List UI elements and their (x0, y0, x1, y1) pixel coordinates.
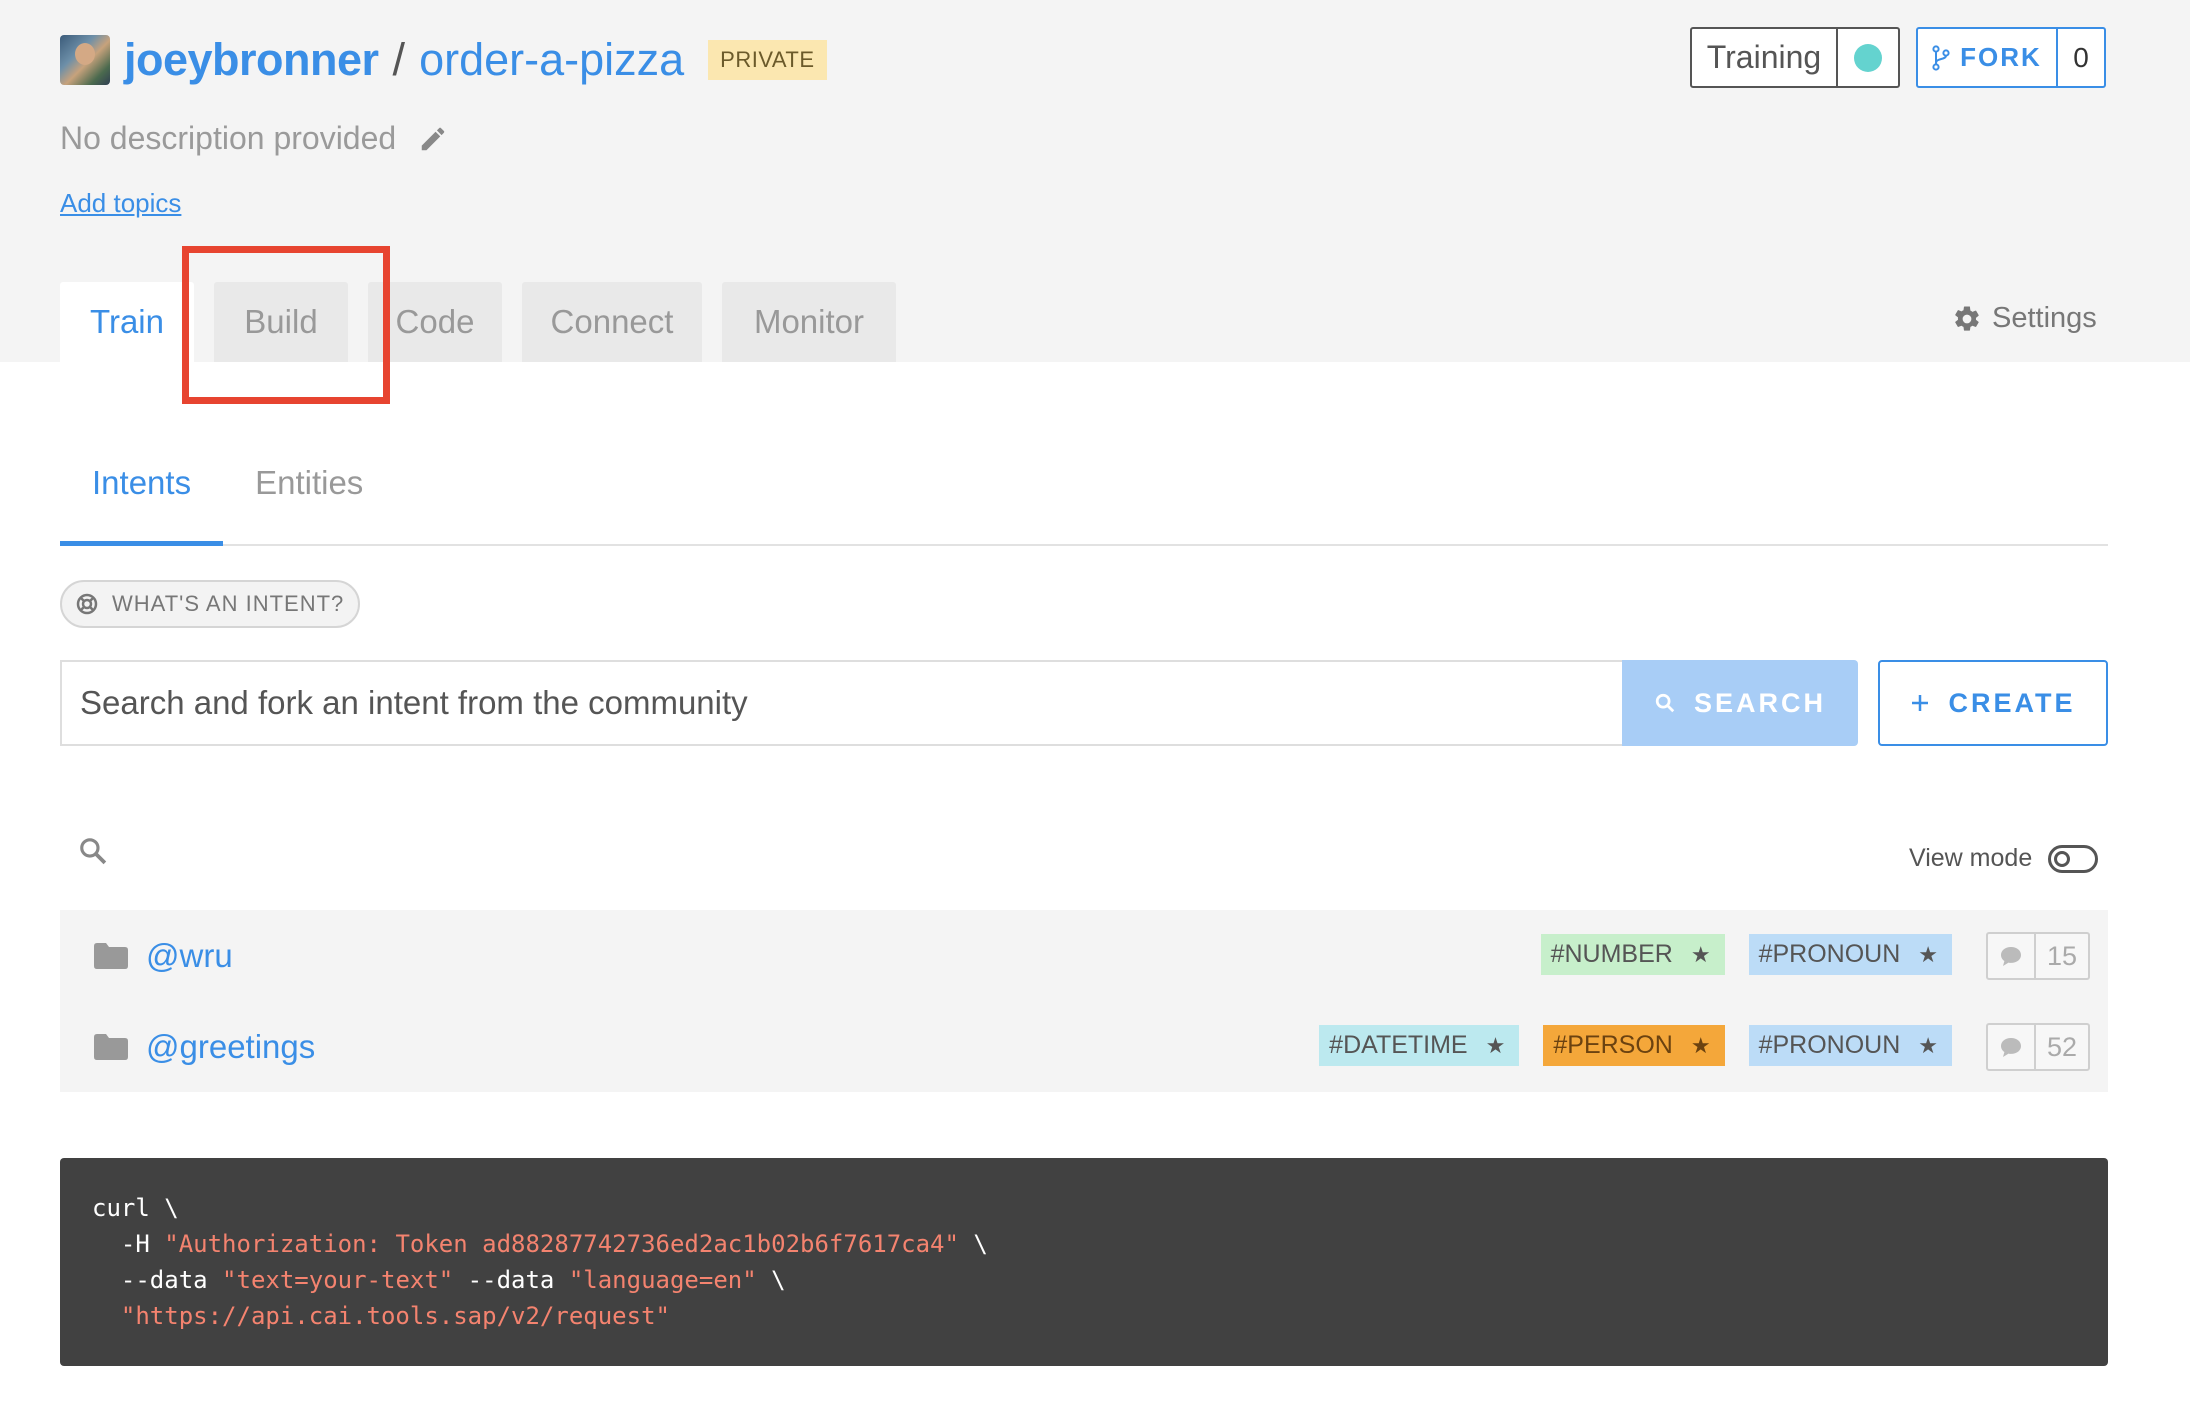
entity-tag[interactable]: #PERSON ★ (1543, 1025, 1725, 1066)
search-button-label: SEARCH (1693, 687, 1826, 718)
code-string: "language=en" (568, 1266, 757, 1294)
entity-tag-label: #PERSON (1553, 1031, 1673, 1059)
code-string: "Authorization: Token ad88287742736ed2ac… (164, 1230, 959, 1258)
view-mode-toggle[interactable] (2048, 844, 2099, 873)
star-icon: ★ (1485, 1032, 1506, 1058)
repo-title: joeybronner / order-a-pizza PRIVATE (60, 30, 827, 90)
code-flag: -H (92, 1230, 165, 1258)
search-icon[interactable] (78, 836, 108, 866)
curl-code-block: curl \ -H "Authorization: Token ad882877… (60, 1158, 2108, 1366)
star-icon: ★ (1690, 941, 1711, 967)
create-button-label: CREATE (1948, 687, 2076, 718)
code-flag: --data (453, 1266, 569, 1294)
visibility-badge: PRIVATE (708, 40, 827, 80)
view-mode-control: View mode (1909, 844, 2099, 873)
expression-count: 52 (1986, 1023, 2090, 1071)
code-line-1: curl \ (92, 1194, 179, 1222)
fork-label: FORK (1960, 42, 2042, 72)
plus-icon (1912, 695, 1929, 711)
fork-button[interactable]: FORK (1918, 29, 2058, 86)
whats-an-intent-button[interactable]: WHAT'S AN INTENT? (60, 580, 361, 628)
folder-icon (94, 942, 128, 969)
star-icon: ★ (1918, 941, 1938, 967)
entity-tags: #DATETIME ★ #PERSON ★ #PRONOUN ★ (1319, 1025, 1952, 1066)
training-status[interactable]: Training (1690, 27, 1900, 88)
list-item[interactable]: @wru #NUMBER ★ #PRONOUN ★ 15 (60, 910, 2108, 1001)
entity-tag[interactable]: #PRONOUN ★ (1748, 934, 1952, 975)
tab-entities[interactable]: Entities (223, 450, 395, 546)
code-string: "text=your-text" (222, 1266, 454, 1294)
entity-tags: #NUMBER ★ #PRONOUN ★ (1540, 934, 1952, 975)
gear-icon (1955, 305, 1979, 331)
entity-tag-label: #PRONOUN (1758, 1031, 1901, 1059)
entity-tag[interactable]: #NUMBER ★ (1540, 934, 1725, 975)
pencil-icon[interactable] (418, 124, 448, 154)
training-indicator-wrap (1838, 29, 1898, 86)
training-label: Training (1692, 29, 1838, 86)
entity-tag[interactable]: #PRONOUN ★ (1748, 1025, 1952, 1066)
fork-count: 0 (2073, 41, 2089, 73)
tab-intents[interactable]: Intents (60, 450, 224, 546)
chat-bubble-icon (1988, 1025, 2036, 1069)
fork-icon (1932, 44, 1950, 71)
search-button[interactable]: SEARCH (1622, 660, 1858, 746)
code-flag: --data (92, 1266, 223, 1294)
intent-name[interactable]: @wru (146, 937, 233, 975)
expression-count-value: 15 (2046, 940, 2078, 971)
view-mode-label: View mode (1909, 844, 2033, 872)
owner-link[interactable]: joeybronner (124, 34, 379, 86)
add-topics-link[interactable]: Add topics (60, 188, 181, 219)
entity-tag-label: #PRONOUN (1758, 940, 1901, 968)
tab-monitor[interactable]: Monitor (722, 282, 896, 362)
code-continuation: \ (756, 1266, 786, 1294)
repo-description: No description provided (60, 120, 448, 157)
path-separator: / (392, 34, 406, 85)
tab-train[interactable]: Train (60, 282, 194, 362)
create-button[interactable]: CREATE (1878, 660, 2108, 746)
code-url: "https://api.cai.tools.sap/v2/request" (92, 1302, 670, 1330)
community-search-input[interactable] (60, 660, 1622, 746)
sub-tabs: Intents Entities (60, 450, 2108, 546)
intent-name[interactable]: @greetings (146, 1028, 315, 1066)
whats-an-intent-label: WHAT'S AN INTENT? (112, 591, 345, 616)
build-tab-highlight (182, 246, 390, 404)
list-item[interactable]: @greetings #DATETIME ★ #PERSON ★ #PRONOUN ★… (60, 1001, 2108, 1092)
entity-tag[interactable]: #DATETIME ★ (1319, 1025, 1520, 1066)
search-icon (1655, 693, 1675, 713)
description-text: No description provided (60, 120, 397, 156)
expression-count-value: 52 (2046, 1031, 2078, 1062)
intent-list: @wru #NUMBER ★ #PRONOUN ★ 15 @greetings #D… (60, 910, 2108, 1092)
entity-tag-label: #DATETIME (1329, 1031, 1468, 1059)
avatar[interactable] (60, 35, 110, 85)
folder-icon (94, 1033, 128, 1060)
settings-label: Settings (1992, 302, 2097, 334)
help-icon (76, 593, 98, 615)
repo-name-link[interactable]: order-a-pizza (419, 34, 684, 86)
fork-control: FORK 0 (1916, 27, 2106, 88)
star-icon: ★ (1918, 1032, 1938, 1058)
entity-tag-label: #NUMBER (1550, 940, 1673, 968)
settings-link[interactable]: Settings (1952, 302, 2097, 335)
expression-count: 15 (1986, 932, 2090, 980)
tab-connect[interactable]: Connect (522, 282, 702, 362)
star-icon: ★ (1690, 1032, 1711, 1058)
training-status-dot (1854, 43, 1882, 72)
code-continuation: \ (958, 1230, 988, 1258)
chat-bubble-icon (1988, 934, 2036, 978)
